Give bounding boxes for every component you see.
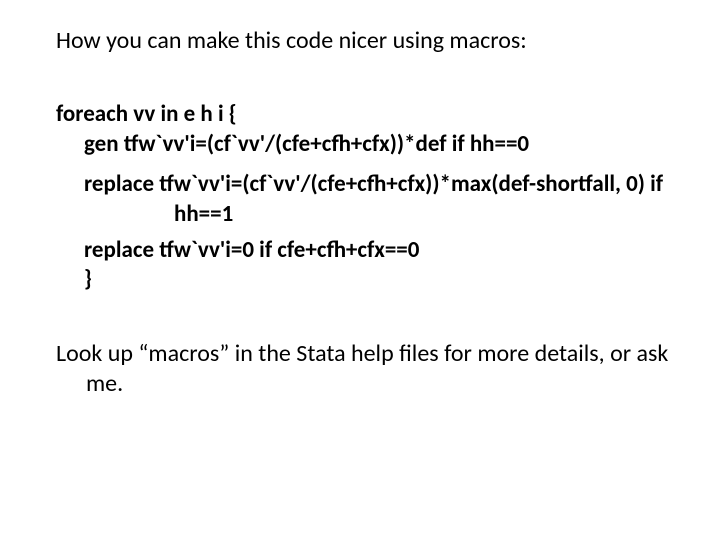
code-line-replace-1: replace tfw`vv'i=(cf`vv'/(cfe+cfh+cfx))*… xyxy=(56,170,672,230)
code-line-foreach: foreach vv in e h i { xyxy=(56,100,672,130)
code-line-replace-2: replace tfw`vv'i=0 if cfe+cfh+cfx==0 xyxy=(56,236,672,266)
slide-title: How you can make this code nicer using m… xyxy=(56,26,672,56)
slide-footer: Look up “macros” in the Stata help files… xyxy=(56,339,672,399)
code-line-gen: gen tfw`vv'i=(cf`vv'/(cfe+cfh+cfx))*def … xyxy=(56,130,672,160)
code-line-closebrace: } xyxy=(56,265,672,295)
code-block: foreach vv in e h i { gen tfw`vv'i=(cf`v… xyxy=(56,100,672,295)
slide: How you can make this code nicer using m… xyxy=(0,0,720,540)
